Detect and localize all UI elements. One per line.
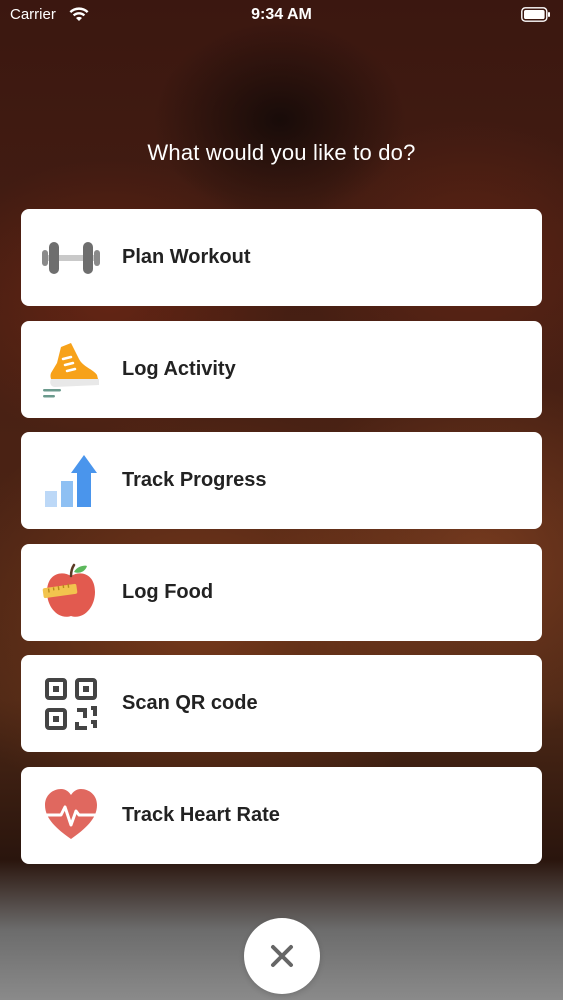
scan-qr-code-button[interactable]: Scan QR code (21, 655, 542, 752)
running-shoe-icon (41, 339, 101, 399)
apple-icon (41, 562, 101, 622)
track-heart-rate-button[interactable]: Track Heart Rate (21, 766, 542, 864)
close-button[interactable] (244, 918, 320, 994)
heart-rate-icon (41, 785, 101, 845)
clock: 9:34 AM (251, 6, 312, 23)
log-activity-label: Log Activity (122, 357, 236, 380)
qr-code-icon (41, 674, 101, 734)
prompt-title: What would you like to do? (147, 140, 416, 165)
status-bar: Carrier 9:34 AM (0, 0, 563, 30)
progress-chart-icon (41, 451, 101, 511)
log-activity-button[interactable]: Log Activity (21, 320, 542, 418)
action-menu: Plan Workout Log Activity Track Progress (21, 209, 542, 878)
plan-workout-label: Plan Workout (122, 246, 251, 268)
track-progress-button[interactable]: Track Progress (21, 432, 542, 529)
scan-qr-code-label: Scan QR code (122, 692, 258, 714)
close-icon (271, 945, 293, 967)
log-food-label: Log Food (122, 580, 214, 603)
dumbbell-icon (41, 228, 101, 288)
track-heart-rate-label: Track Heart Rate (122, 803, 280, 826)
track-progress-label: Track Progress (122, 469, 267, 491)
battery-icon (521, 7, 550, 22)
plan-workout-button[interactable]: Plan Workout (21, 209, 542, 306)
log-food-button[interactable]: Log Food (21, 543, 542, 641)
